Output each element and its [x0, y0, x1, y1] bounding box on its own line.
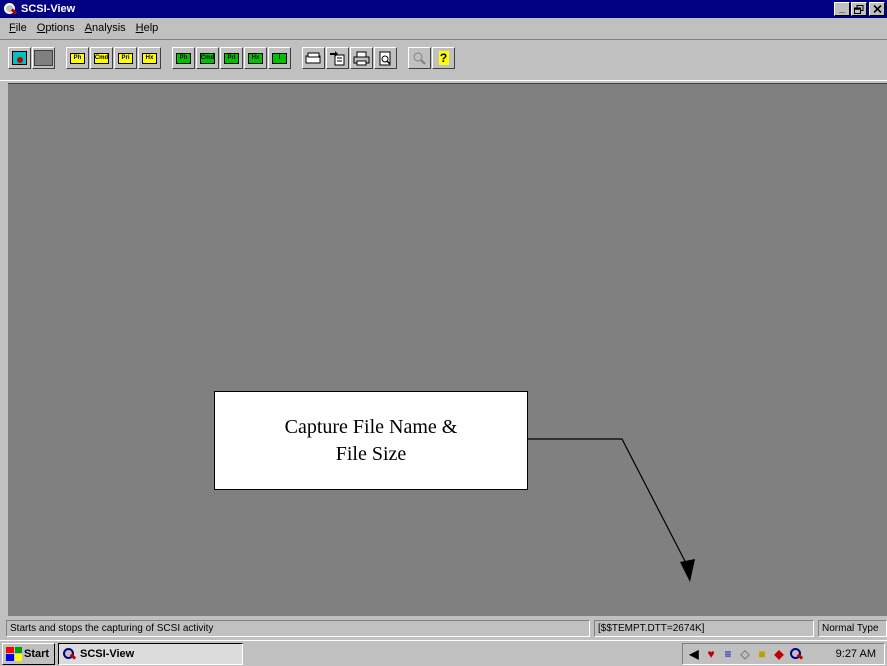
info-icon: I: [272, 52, 287, 64]
hex-view-button[interactable]: Hx: [138, 47, 161, 69]
find-button[interactable]: [408, 47, 431, 69]
scsi-view-tray-icon[interactable]: [789, 647, 803, 661]
primitive-view-button[interactable]: Pri: [114, 47, 137, 69]
menu-bar: File Options Analysis Help: [0, 18, 887, 37]
menu-file-label: ile: [15, 21, 27, 34]
export-button[interactable]: [326, 47, 349, 69]
scheduler-icon[interactable]: ■: [755, 647, 769, 661]
menu-help-label: elp: [143, 21, 159, 34]
menu-help[interactable]: Help: [131, 22, 164, 34]
phase-view-button[interactable]: Ph: [66, 47, 89, 69]
export-icon: [330, 50, 345, 65]
phase-icon: Ph: [70, 52, 85, 64]
command-icon: Cmd: [94, 52, 109, 64]
menu-analysis-label: nalysis: [92, 21, 126, 34]
help-button[interactable]: ?: [432, 47, 455, 69]
menu-analysis[interactable]: Analysis: [80, 22, 131, 34]
start-label: Start: [24, 647, 50, 660]
restore-icon: [854, 4, 864, 14]
shield-icon[interactable]: ♥: [704, 647, 718, 661]
find-icon: [413, 52, 426, 65]
command-filter-icon: Cmd: [200, 52, 215, 64]
menu-options-label: ptions: [45, 21, 75, 34]
print-preview-icon: [379, 51, 391, 65]
primitive-filter-button[interactable]: Pri: [220, 47, 243, 69]
window-title: SCSI-View: [21, 3, 76, 15]
callout-line-2: File Size: [335, 442, 407, 465]
info-filter-button[interactable]: I: [268, 47, 291, 69]
magnifier-icon: [62, 647, 76, 661]
status-mode: Normal Type: [818, 620, 887, 637]
open-button[interactable]: [302, 47, 325, 69]
help-icon: ?: [438, 51, 449, 65]
menu-file[interactable]: File: [4, 22, 32, 34]
close-icon: [872, 5, 882, 13]
start-button[interactable]: Start: [2, 642, 55, 665]
callout-line-1: Capture File Name &: [284, 415, 458, 438]
command-view-button[interactable]: Cmd: [90, 47, 113, 69]
hex-filter-icon: Hx: [248, 52, 263, 64]
window-controls: _: [833, 2, 885, 16]
taskbar-app-button[interactable]: SCSI-View: [58, 642, 243, 665]
menu-analysis-mnemonic: A: [84, 21, 93, 34]
hex-icon: Hx: [142, 52, 157, 64]
capture-icon: [12, 51, 27, 65]
print-button[interactable]: [350, 47, 373, 69]
command-filter-button[interactable]: Cmd: [196, 47, 219, 69]
toolbar: Ph Cmd Pri Hx Ph Cmd Pri Hx I ?: [0, 39, 887, 81]
windows-logo-icon: [6, 646, 22, 661]
network-icon[interactable]: ≡: [721, 647, 735, 661]
title-bar: SCSI-View _: [0, 0, 887, 18]
monitor-icon[interactable]: ◇: [738, 647, 752, 661]
primitive-icon: Pri: [118, 52, 133, 64]
phase-filter-icon: Ph: [176, 52, 191, 64]
system-tray: ◀ ♥ ≡ ◇ ■ ◆ 9:27 AM: [682, 643, 885, 665]
status-file-info: [$$TEMPT.DTT=2674K]: [594, 620, 814, 637]
stop-icon: [34, 50, 53, 66]
app-magnifier-icon[interactable]: [3, 2, 17, 16]
menu-help-mnemonic: H: [135, 21, 144, 34]
speaker-icon[interactable]: ◀: [687, 647, 701, 661]
main-client-area[interactable]: [8, 83, 887, 616]
restore-button[interactable]: [851, 2, 867, 16]
close-button[interactable]: [869, 2, 885, 16]
status-bar: Starts and stops the capturing of SCSI a…: [0, 618, 887, 638]
stop-button[interactable]: [32, 47, 55, 69]
capture-button[interactable]: [8, 47, 31, 69]
taskbar-app-label: SCSI-View: [80, 647, 135, 660]
hex-filter-button[interactable]: Hx: [244, 47, 267, 69]
primitive-filter-icon: Pri: [224, 52, 239, 64]
clock[interactable]: 9:27 AM: [836, 648, 876, 660]
phase-filter-button[interactable]: Ph: [172, 47, 195, 69]
taskbar: Start SCSI-View ◀ ♥ ≡ ◇ ■ ◆ 9:27 AM: [0, 640, 887, 666]
open-folder-icon: [305, 52, 321, 64]
menu-file-mnemonic: F: [9, 21, 16, 34]
minimize-button[interactable]: _: [834, 2, 850, 16]
callout-box: Capture File Name & File Size: [214, 391, 528, 490]
status-message: Starts and stops the capturing of SCSI a…: [6, 620, 590, 637]
printer-icon: [353, 51, 370, 65]
menu-options[interactable]: Options: [32, 22, 80, 34]
agent-icon[interactable]: ◆: [772, 647, 786, 661]
print-preview-button[interactable]: [374, 47, 397, 69]
